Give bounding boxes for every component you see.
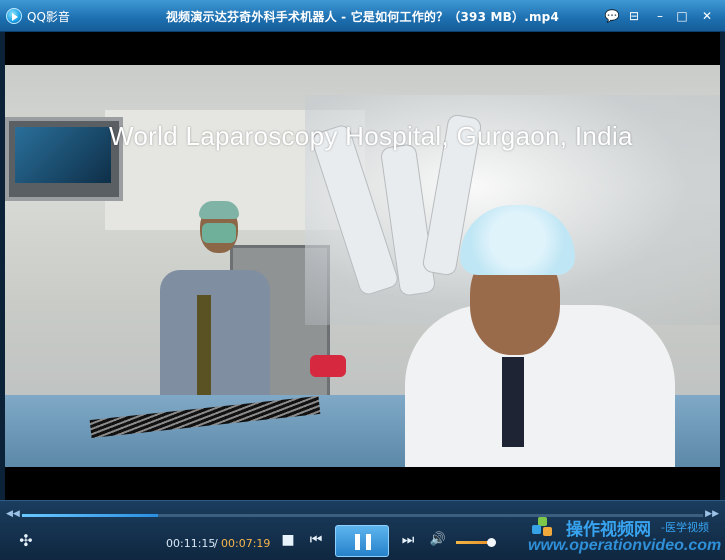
necktie xyxy=(502,357,524,447)
pause-button[interactable] xyxy=(335,525,389,557)
seek-forward-icon[interactable]: ▶▶ xyxy=(705,509,719,519)
surgical-cap xyxy=(199,201,239,219)
volume-slider[interactable] xyxy=(456,538,497,547)
volume-level xyxy=(456,541,492,544)
volume-knob[interactable] xyxy=(487,538,497,547)
video-player[interactable]: World Laparoscopy Hospital, Gurgaon, Ind… xyxy=(5,32,720,500)
watermark-logo-icon xyxy=(532,517,554,539)
video-frame-image[interactable]: World Laparoscopy Hospital, Gurgaon, Ind… xyxy=(5,65,720,467)
title-bar: QQ影音 视频演示达芬奇外科手术机器人 - 它是如何工作的？（393 MB）.m… xyxy=(0,0,725,32)
necktie xyxy=(197,295,211,405)
seek-back-icon[interactable]: ◀◀ xyxy=(6,509,20,519)
previous-button[interactable]: ⏮ xyxy=(306,532,326,548)
stop-button[interactable]: ■ xyxy=(280,532,296,548)
seek-progress xyxy=(22,514,159,517)
surgical-mask xyxy=(202,223,236,243)
watermark-subtext: -医学视频 xyxy=(661,521,709,534)
volume-icon[interactable]: 🔊 xyxy=(428,532,448,547)
playlist-icon[interactable]: ⊟ xyxy=(625,7,643,25)
watermark-url: www.operationvideo.com xyxy=(528,537,722,554)
wall-monitor xyxy=(5,117,123,201)
time-separator: / xyxy=(214,537,218,550)
pause-icon xyxy=(366,534,371,550)
next-button[interactable]: ⏭ xyxy=(398,532,418,548)
close-button[interactable]: ✕ xyxy=(698,7,716,25)
chat-icon[interactable]: 💬 xyxy=(603,7,621,25)
red-instrument xyxy=(310,355,346,377)
control-bar: ◀◀ ▶▶ ✣ 00:11:15 / 00:07:19 ■ ⏮ ⏭ 🔊 操作视频… xyxy=(0,500,725,560)
time-elapsed: 00:11:15 xyxy=(166,537,216,550)
pause-icon xyxy=(355,534,360,550)
minimize-button[interactable]: – xyxy=(651,7,669,25)
maximize-button[interactable]: □ xyxy=(673,7,691,25)
time-remaining: 00:07:19 xyxy=(221,537,271,550)
effects-icon[interactable]: ✣ xyxy=(16,531,36,550)
video-caption: World Laparoscopy Hospital, Gurgaon, Ind… xyxy=(109,121,633,151)
